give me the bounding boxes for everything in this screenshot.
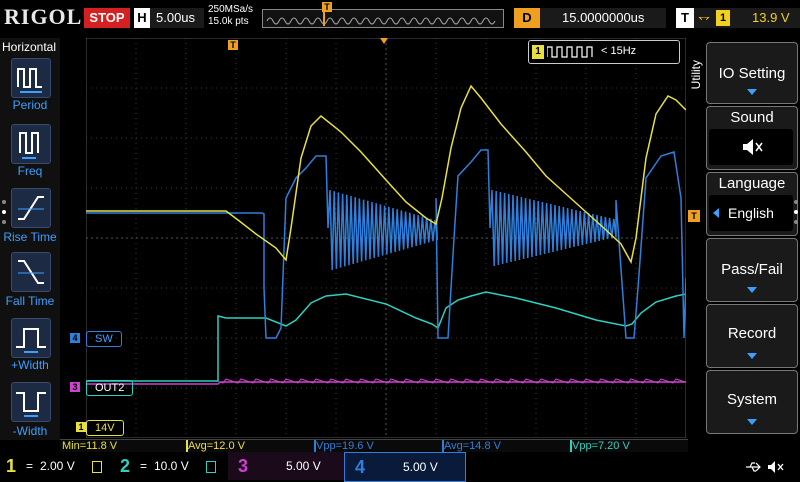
pos-width-icon[interactable] (11, 318, 51, 358)
ch4-label[interactable]: SW (86, 331, 122, 347)
pass-fail-button[interactable]: Pass/Fail (706, 238, 798, 302)
speaker-mute-icon (743, 139, 763, 155)
rigol-logo: RIGOL (4, 4, 83, 29)
ch1-marker: 1 (76, 422, 86, 432)
square-wave-icon (547, 46, 593, 58)
delay-value: 15.0000000us (562, 10, 645, 25)
neg-width-label[interactable]: -Width (0, 424, 60, 438)
language-value: English (728, 205, 774, 221)
waveform-display[interactable] (86, 38, 686, 438)
ch1-scale-tab[interactable]: 1 = 2.00 V (0, 452, 112, 480)
rising-edge-icon: ⥐ (698, 8, 711, 25)
ch3-label[interactable]: OUT2 (86, 380, 134, 396)
language-button[interactable]: Language English (706, 172, 798, 236)
pass-fail-label: Pass/Fail (721, 261, 783, 278)
freq-label[interactable]: Freq (0, 164, 60, 178)
ch4-number: 4 (355, 457, 366, 477)
ch1-label[interactable]: 14V (86, 420, 124, 436)
meas-vpp-ch2[interactable]: Vpp=7.20 V (572, 440, 630, 452)
language-value-box: English (709, 195, 793, 231)
trigger-time-marker: T (228, 40, 238, 50)
io-setting-label: IO Setting (718, 65, 786, 82)
memory-depth-value: 15.0k pts (208, 16, 249, 27)
io-setting-button[interactable]: IO Setting (706, 42, 798, 104)
rise-time-label[interactable]: Rise Time (0, 230, 60, 244)
record-label: Record (727, 325, 777, 342)
panel-title: Horizontal (2, 40, 57, 54)
bandwidth-icon (206, 461, 216, 473)
counter-value: < 15Hz (601, 45, 637, 57)
ch4-marker: 4 (70, 333, 80, 343)
run-stop-button[interactable]: STOP (84, 8, 130, 28)
ch3-marker: 3 (70, 382, 80, 392)
trigger-level: 13.9 V (752, 10, 790, 25)
pos-width-label[interactable]: +Width (0, 358, 60, 372)
ch2-number: 2 (120, 456, 131, 476)
ch2-scale: 10.0 V (154, 459, 189, 473)
record-button[interactable]: Record (706, 304, 798, 368)
counter-channel: 1 (532, 45, 544, 59)
sample-rate-value: 250MSa/s (208, 4, 254, 15)
bandwidth-icon (92, 461, 102, 473)
meas-divider (314, 440, 316, 452)
sound-value (709, 129, 793, 165)
trigger-position-marker: T (322, 2, 332, 12)
usb-icon (746, 462, 761, 472)
trigger-label: T (676, 8, 694, 28)
trigger-source: 1 (716, 10, 730, 26)
chevron-down-icon (747, 419, 757, 425)
fall-time-label[interactable]: Fall Time (0, 294, 60, 308)
language-label: Language (718, 175, 786, 192)
timebase-value: 5.00us (156, 10, 196, 25)
chevron-down-icon (747, 353, 757, 359)
sample-rate: 250MSa/s 15.0k pts (208, 4, 253, 28)
waveform-overview (266, 11, 496, 26)
ch3-scale-tab[interactable]: 3 5.00 V (228, 452, 344, 480)
status-icons (742, 458, 792, 476)
meas-vpp-ch4[interactable]: Vpp=19.6 V (316, 440, 374, 452)
ch2-coupling: = (140, 459, 148, 473)
meas-divider (570, 440, 572, 452)
ch1-number: 1 (6, 456, 17, 476)
speaker-mute-icon (768, 461, 784, 473)
delay-label: D (514, 8, 540, 28)
ch2-scale-tab[interactable]: 2 = 10.0 V (112, 452, 228, 480)
sound-label: Sound (730, 109, 774, 126)
ch3-scale: 5.00 V (286, 459, 321, 473)
ch1-scale: 2.00 V (40, 459, 75, 473)
chevron-down-icon (747, 89, 757, 95)
menu-title: Utility (689, 60, 703, 90)
ch4-scale: 5.00 V (403, 460, 438, 474)
freq-icon[interactable] (11, 124, 51, 164)
chevron-down-icon (747, 287, 757, 293)
period-icon[interactable] (11, 58, 51, 98)
period-label[interactable]: Period (0, 98, 60, 112)
system-label: System (726, 391, 777, 408)
neg-width-icon[interactable] (11, 382, 51, 422)
ch4-scale-tab[interactable]: 4 5.00 V (344, 452, 466, 482)
fall-time-icon[interactable] (11, 252, 51, 292)
trigger-position-bar[interactable] (262, 9, 504, 28)
system-button[interactable]: System (706, 370, 798, 434)
center-marker (380, 38, 388, 44)
ch1-coupling: = (26, 459, 34, 473)
sound-button[interactable]: Sound (706, 106, 798, 170)
meas-divider (442, 440, 444, 452)
meas-divider (186, 440, 188, 452)
scroll-indicator (2, 200, 6, 224)
menu-scroll-indicator (794, 200, 798, 224)
ch3-number: 3 (238, 456, 249, 476)
trigger-level-marker: T (688, 210, 700, 222)
rise-time-icon[interactable] (11, 188, 51, 228)
meas-min[interactable]: Min=11.8 V (62, 440, 117, 452)
meas-avg-ch1[interactable]: Avg=12.0 V (188, 440, 245, 452)
meas-avg-ch4[interactable]: Avg=14.8 V (444, 440, 501, 452)
horizontal-label: H (134, 8, 150, 28)
frequency-counter[interactable]: 1 < 15Hz (528, 40, 680, 64)
